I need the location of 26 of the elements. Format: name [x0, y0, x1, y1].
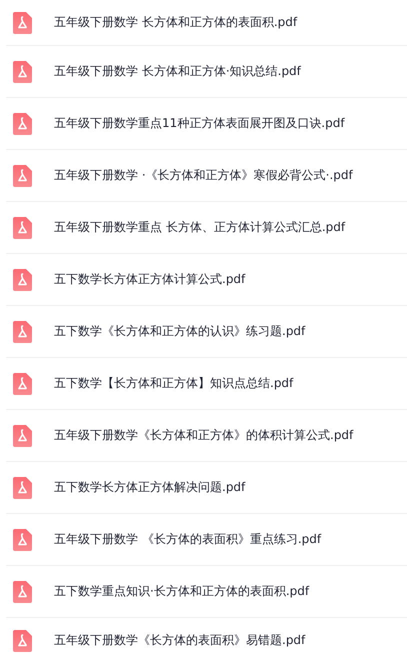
file-name[interactable]: 五下数学长方体正方体计算公式.pdf	[54, 271, 246, 288]
file-name[interactable]: 五下数学【长方体和正方体】知识点总结.pdf	[54, 375, 294, 392]
file-name[interactable]: 五年级下册数学 ·《长方体和正方体》寒假必背公式·.pdf	[54, 167, 353, 184]
file-name[interactable]: 五下数学《长方体和正方体的认识》练习题.pdf	[54, 323, 306, 340]
file-name[interactable]: 五年级下册数学《长方体的表面积》易错题.pdf	[54, 632, 306, 649]
file-name[interactable]: 五年级下册数学重点11种正方体表面展开图及口诀.pdf	[54, 115, 345, 132]
pdf-file-icon	[13, 112, 32, 134]
pdf-file-icon	[13, 580, 32, 602]
pdf-file-icon	[13, 630, 32, 652]
file-name[interactable]: 五年级下册数学 长方体和正方体·知识总结.pdf	[54, 63, 301, 80]
pdf-file-icon	[13, 60, 32, 82]
pdf-file-icon	[13, 164, 32, 186]
pdf-file-icon	[13, 528, 32, 550]
file-name[interactable]: 五下数学长方体正方体解决问题.pdf	[54, 479, 246, 496]
pdf-file-icon	[13, 476, 32, 498]
pdf-file-icon	[13, 320, 32, 342]
file-name[interactable]: 五下数学重点知识·长方体和正方体的表面积.pdf	[54, 583, 310, 600]
pdf-file-icon	[13, 424, 32, 446]
file-name[interactable]: 五年级下册数学 《长方体的表面积》重点练习.pdf	[54, 531, 322, 548]
pdf-file-icon	[13, 372, 32, 394]
pdf-file-icon	[13, 216, 32, 238]
pdf-file-icon	[13, 268, 32, 290]
file-name[interactable]: 五年级下册数学重点 长方体、正方体计算公式汇总.pdf	[54, 219, 346, 236]
file-name[interactable]: 五年级下册数学《长方体和正方体》的体积计算公式.pdf	[54, 427, 354, 444]
file-name[interactable]: 五年级下册数学 长方体和正方体的表面积.pdf	[54, 14, 298, 31]
pdf-file-icon	[13, 12, 32, 34]
